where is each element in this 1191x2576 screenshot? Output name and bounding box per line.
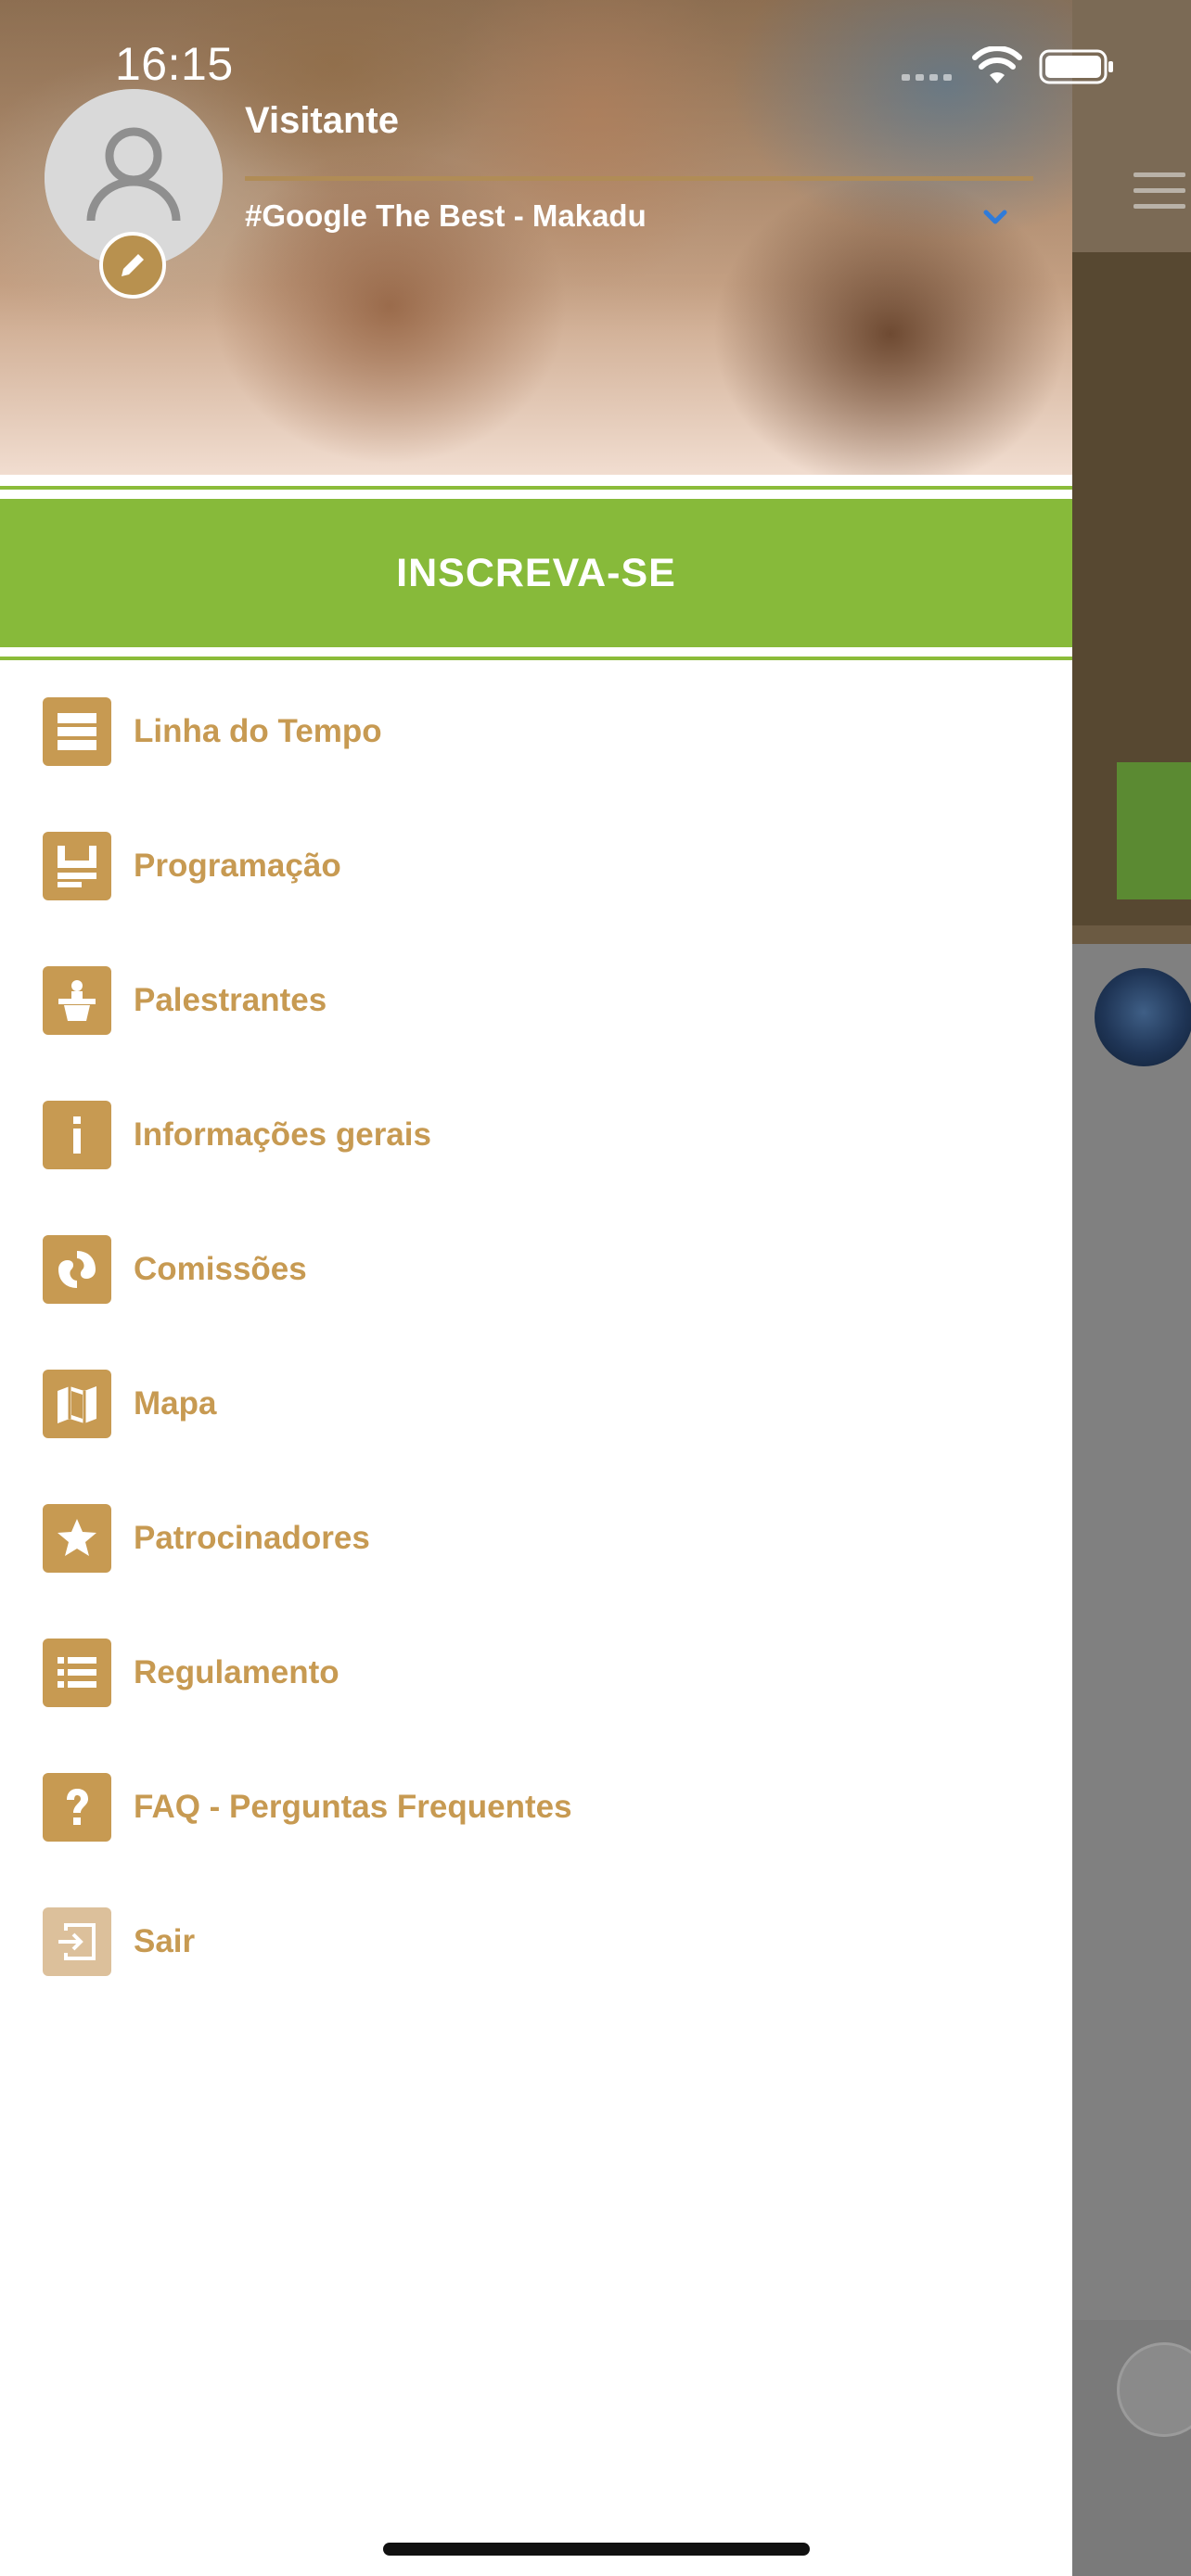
logout-icon xyxy=(43,1907,111,1976)
menu-item-label: Patrocinadores xyxy=(134,1520,370,1556)
map-icon xyxy=(43,1370,111,1438)
menu-item-programacao[interactable]: Programação xyxy=(0,815,1072,917)
menu-item-label: Sair xyxy=(134,1923,196,1959)
committee-icon xyxy=(43,1235,111,1304)
menu-item-regulamento[interactable]: Regulamento xyxy=(0,1622,1072,1724)
star-icon xyxy=(43,1504,111,1573)
header-divider xyxy=(245,176,1033,181)
menu-item-comissoes[interactable]: Comissões xyxy=(0,1218,1072,1320)
menu-item-faq[interactable]: FAQ - Perguntas Frequentes xyxy=(0,1756,1072,1858)
background-app-button xyxy=(1117,762,1191,899)
menu-item-mapa[interactable]: Mapa xyxy=(0,1353,1072,1455)
menu-item-palestrantes[interactable]: Palestrantes xyxy=(0,950,1072,1052)
home-indicator[interactable] xyxy=(383,2543,810,2556)
background-app-header xyxy=(1072,0,1191,252)
menu-item-label: Programação xyxy=(134,848,341,884)
register-button[interactable]: INSCREVA-SE xyxy=(0,499,1072,647)
speaker-podium-icon xyxy=(43,966,111,1035)
menu-item-linha-do-tempo[interactable]: Linha do Tempo xyxy=(0,681,1072,783)
menu-item-label: Palestrantes xyxy=(134,982,327,1018)
cellular-signal-icon xyxy=(902,74,959,83)
wifi-icon xyxy=(972,46,1022,83)
schedule-icon xyxy=(43,832,111,900)
battery-icon xyxy=(1039,49,1113,84)
menu-item-label: Comissões xyxy=(134,1251,307,1287)
user-name: Visitante xyxy=(245,100,399,141)
menu-item-label: FAQ - Perguntas Frequentes xyxy=(134,1789,572,1825)
menu-item-label: Regulamento xyxy=(134,1654,339,1690)
register-bottom-border xyxy=(0,657,1072,660)
menu-item-patrocinadores[interactable]: Patrocinadores xyxy=(0,1487,1072,1589)
menu-item-label: Mapa xyxy=(134,1385,217,1422)
menu-item-label: Linha do Tempo xyxy=(134,713,382,749)
menu-item-informacoes-gerais[interactable]: Informações gerais xyxy=(0,1084,1072,1186)
hamburger-menu-icon[interactable] xyxy=(1133,172,1185,210)
list-icon xyxy=(43,1639,111,1707)
question-icon xyxy=(43,1773,111,1842)
menu-item-label: Informações gerais xyxy=(134,1116,431,1153)
menu-item-sair[interactable]: Sair xyxy=(0,1891,1072,1993)
register-button-label: INSCREVA-SE xyxy=(396,550,676,595)
register-top-border xyxy=(0,486,1072,490)
background-app-divider xyxy=(1072,925,1191,944)
info-icon xyxy=(43,1101,111,1169)
navigation-drawer: 16:15 Visitante #Google The Best - Makad… xyxy=(0,0,1113,2576)
edit-pencil-icon[interactable] xyxy=(99,232,166,299)
chevron-down-icon[interactable] xyxy=(981,206,1009,228)
background-app-thumbnail xyxy=(1095,968,1191,1066)
timeline-icon xyxy=(43,697,111,766)
event-selector[interactable]: #Google The Best - Makadu xyxy=(245,198,647,234)
status-bar-time: 16:15 xyxy=(115,38,234,90)
